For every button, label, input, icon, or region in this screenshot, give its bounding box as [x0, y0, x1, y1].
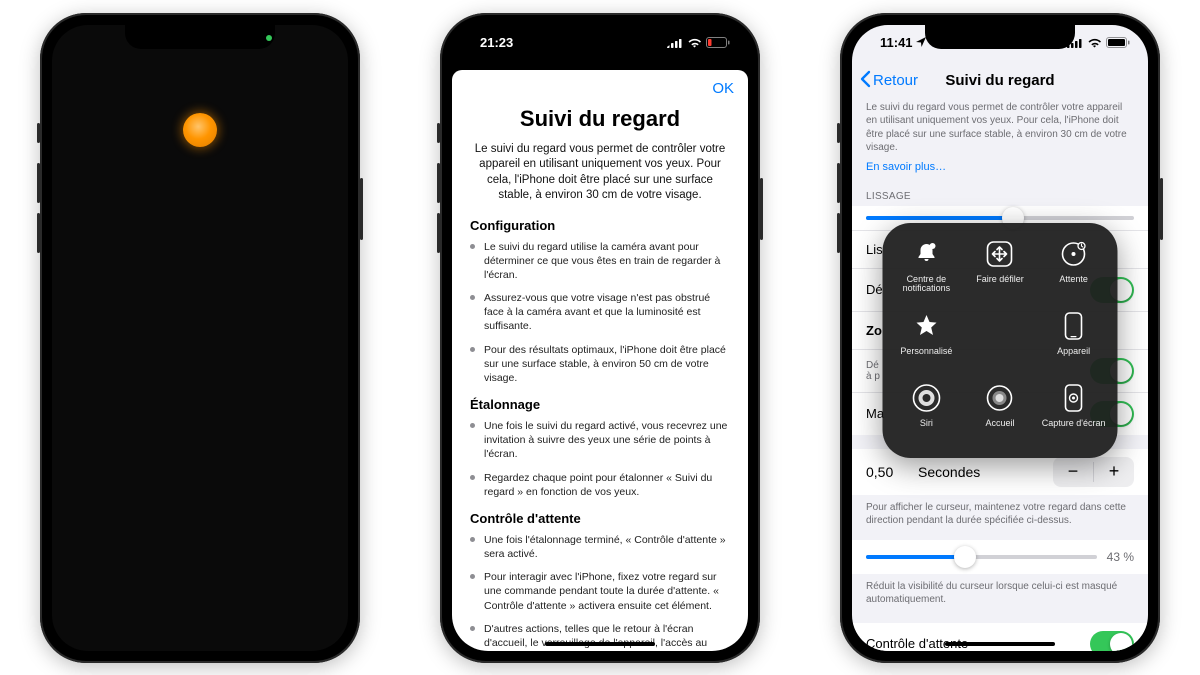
dwell-duration-value: 0,50 [866, 464, 918, 480]
assistive-device-button[interactable]: Appareil [1038, 307, 1110, 377]
home-circle-icon [983, 381, 1017, 415]
phone-calibration [40, 13, 360, 663]
assistive-siri-button[interactable]: Siri [891, 379, 963, 449]
section-header-smoothing: LISSAGE [852, 181, 1148, 206]
status-time: 11:41 [880, 35, 913, 50]
gaze-calibration-dot[interactable] [183, 113, 217, 147]
list-item: Une fois l'étalonnage terminé, « Contrôl… [470, 533, 730, 561]
dwell-control-toggle[interactable] [1090, 631, 1134, 651]
star-icon [909, 309, 943, 343]
phone-settings: 11:41 Re [840, 13, 1160, 663]
list-item: D'autres actions, telles que le retour à… [470, 622, 730, 651]
dwell-control-row[interactable]: Contrôle d'attente [852, 623, 1148, 651]
assistive-notifications-button[interactable]: Centre de notifications [891, 235, 963, 305]
list-item: Une fois le suivi du regard activé, vous… [470, 419, 730, 462]
ok-button[interactable]: OK [712, 80, 734, 97]
stepper-plus-button[interactable]: + [1094, 457, 1134, 487]
page-title: Suivi du regard [945, 72, 1054, 89]
list-item: Assurez-vous que votre visage n'est pas … [470, 291, 730, 334]
device-icon [1057, 309, 1091, 343]
sheet-title: Suivi du regard [470, 106, 730, 132]
assistive-touch-menu: Centre de notifications Faire défiler At… [883, 223, 1118, 458]
stepper-minus-button[interactable]: − [1053, 457, 1093, 487]
row-label: Lis [866, 242, 883, 257]
page-description: Le suivi du regard vous permet de contrô… [852, 101, 1148, 155]
camera-indicator-icon [266, 35, 272, 41]
chevron-left-icon [860, 70, 871, 92]
section-heading: Configuration [470, 218, 730, 233]
dwell-icon [1057, 237, 1091, 271]
opacity-slider[interactable] [866, 555, 1097, 559]
wifi-icon [687, 37, 702, 48]
sheet-intro: Le suivi du regard vous permet de contrô… [470, 142, 730, 204]
back-button[interactable]: Retour [860, 70, 918, 92]
smoothing-slider[interactable] [866, 216, 1134, 220]
phone-info-sheet: 21:23 OK Suivi du regard Le suivi du reg… [440, 13, 760, 663]
assistive-empty [964, 307, 1036, 377]
section-heading: Étalonnage [470, 397, 730, 412]
stepper: − + [1053, 457, 1134, 487]
list-item: Le suivi du regard utilise la caméra ava… [470, 240, 730, 283]
dwell-duration-unit: Secondes [918, 464, 1053, 480]
siri-icon [909, 381, 943, 415]
assistive-custom-button[interactable]: Personnalisé [891, 307, 963, 377]
scroll-icon [983, 237, 1017, 271]
assistive-screenshot-button[interactable]: Capture d'écran [1038, 379, 1110, 449]
hint-text: Pour afficher le curseur, maintenez votr… [852, 495, 1148, 528]
opacity-value: 43 % [1107, 550, 1134, 564]
bell-icon [909, 237, 943, 271]
home-indicator[interactable] [545, 642, 655, 646]
screenshot-icon [1057, 381, 1091, 415]
list-item: Pour des résultats optimaux, l'iPhone do… [470, 343, 730, 386]
battery-low-icon [706, 37, 730, 48]
location-icon [916, 35, 926, 50]
home-indicator[interactable] [945, 642, 1055, 646]
section-heading: Contrôle d'attente [470, 511, 730, 526]
calibration-screen [52, 25, 348, 651]
info-sheet: OK Suivi du regard Le suivi du regard vo… [452, 70, 748, 651]
hint-text: Réduit la visibilité du curseur lorsque … [852, 574, 1148, 607]
assistive-dwell-button[interactable]: Attente [1038, 235, 1110, 305]
status-time: 21:23 [480, 35, 513, 50]
battery-full-icon [1106, 37, 1130, 48]
learn-more-link[interactable]: En savoir plus… [852, 155, 1148, 181]
navigation-bar: Retour Suivi du regard [852, 61, 1148, 101]
list-item: Pour interagir avec l'iPhone, fixez votr… [470, 570, 730, 613]
list-item: Regardez chaque point pour étalonner « S… [470, 471, 730, 499]
wifi-icon [1087, 37, 1102, 48]
assistive-home-button[interactable]: Accueil [964, 379, 1036, 449]
assistive-scroll-button[interactable]: Faire défiler [964, 235, 1036, 305]
